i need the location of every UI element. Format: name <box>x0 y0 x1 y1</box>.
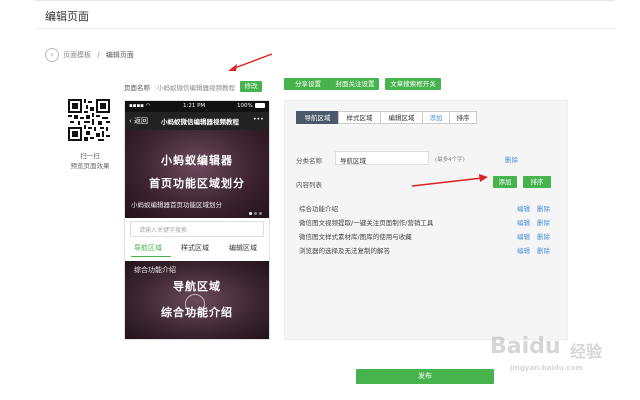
phone-back-button[interactable]: ‹ 返回 <box>129 116 148 126</box>
share-settings-button[interactable]: 分享设置 <box>284 78 332 90</box>
phone-search-input[interactable]: 请输入关键字搜索 <box>130 221 264 237</box>
category-delete-link[interactable]: 删除 <box>505 154 518 164</box>
list-item: 微信图文视频提取/一键关注页面制作/营销工具 编辑 删除 <box>299 215 559 229</box>
list-item-edit-link[interactable]: 编辑 <box>517 231 530 241</box>
pagination-dot-icon <box>249 212 252 215</box>
breadcrumb-current: 编辑页面 <box>105 51 134 59</box>
more-icon[interactable]: ••• <box>253 116 264 123</box>
list-item: 微信图文样式素材库/图库的使用与收藏 编辑 删除 <box>299 229 559 243</box>
phone-tabs: 导航区域 样式区域 编辑区域 <box>125 241 269 255</box>
add-content-button[interactable]: 添加 <box>493 176 517 188</box>
watermark-brand: Baidu <box>490 334 561 359</box>
list-item: 浏览器的选择及无法复制的解答 编辑 删除 <box>299 243 559 257</box>
banner-title-2: 首页功能区域划分 <box>149 177 245 190</box>
pagination-dot-icon <box>259 212 262 215</box>
watermark-cn: 经验 <box>570 342 603 361</box>
phone-tab-style[interactable]: 样式区域 <box>181 243 209 253</box>
category-name-input[interactable]: 导航区域 <box>335 151 429 165</box>
list-item: 综合功能介绍 编辑 删除 <box>299 201 559 215</box>
breadcrumb: 页面模板 / 编辑页面 <box>63 50 134 60</box>
qr-code-icon <box>68 99 110 141</box>
top-divider <box>35 0 615 1</box>
phone-nav-title: 小蚂蚁微信编辑器视频教程 <box>161 118 239 126</box>
list-item-edit-link[interactable]: 编辑 <box>517 203 530 213</box>
category-name-label: 分类名称 <box>296 157 322 165</box>
list-item-title: 综合功能介绍 <box>299 205 338 213</box>
list-item-delete-link[interactable]: 删除 <box>537 231 550 241</box>
phone-search-placeholder: 请输入关键字搜索 <box>139 227 188 234</box>
list-item-edit-link[interactable]: 编辑 <box>517 245 530 255</box>
battery-icon <box>255 103 265 108</box>
banner-pagination <box>247 209 262 217</box>
battery-level: 100% <box>237 103 253 109</box>
phone-nav-bar: ‹ 返回 小蚂蚁微信编辑器视频教程 ••• <box>125 112 269 130</box>
page-name-value: 小蚂蚁微信编辑器视频教程 <box>157 84 235 92</box>
phone-preview: ▪▪▪▪ ◠ 1:21 PM 100% ‹ 返回 小蚂蚁微信编辑器视频教程 ••… <box>124 100 270 340</box>
edit-page-name-button[interactable]: 修改 <box>240 81 262 92</box>
category-name-hint: (最多4个字) <box>435 157 465 163</box>
phone-status-bar: ▪▪▪▪ ◠ 1:21 PM 100% <box>125 101 269 112</box>
breadcrumb-separator: / <box>97 51 100 59</box>
pagination-dot-icon <box>254 212 257 215</box>
list-item-title: 微信图文样式素材库/图库的使用与收藏 <box>299 233 412 241</box>
list-item-delete-link[interactable]: 删除 <box>537 203 550 213</box>
phone-tab-edit[interactable]: 编辑区域 <box>229 243 257 253</box>
phone-tab-indicator <box>131 256 171 257</box>
article-search-switch-button[interactable]: 文章搜索框开关 <box>385 78 441 90</box>
qr-caption: 扫一扫 预览页面效果 <box>55 151 125 171</box>
breadcrumb-parent[interactable]: 页面模板 <box>63 51 91 59</box>
status-time: 1:21 PM <box>183 103 206 109</box>
edit-panel: 导航区域 样式区域 编辑区域 添加 排序 分类名称 导航区域 (最多4个字) 删… <box>284 100 568 340</box>
signal-icon: ▪▪▪▪ ◠ <box>129 103 151 109</box>
category-name-value: 导航区域 <box>340 157 366 165</box>
list-item-title: 浏览器的选择及无法复制的解答 <box>299 247 390 255</box>
tab-navigation-area[interactable]: 导航区域 <box>296 111 339 124</box>
watermark-url: jingyan.baidu.com <box>510 364 583 372</box>
page-name-label: 页面名称 <box>124 84 150 92</box>
phone-tab-navigation[interactable]: 导航区域 <box>134 243 162 253</box>
qr-caption-line1: 扫一扫 <box>80 152 100 160</box>
card-caption: 综合功能介绍 <box>134 266 176 274</box>
banner-caption: 小蚂蚁编辑器首页功能区域划分 <box>131 201 222 209</box>
cover-follow-settings-button[interactable]: 封面关注设置 <box>331 78 379 90</box>
card-title-2: 综合功能介绍 <box>161 306 233 319</box>
title-divider <box>35 28 615 29</box>
back-icon[interactable]: ‹ <box>45 48 59 62</box>
sort-content-button[interactable]: 排序 <box>523 176 551 188</box>
qr-caption-line2: 预览页面效果 <box>70 162 110 170</box>
tab-add[interactable]: 添加 <box>422 111 450 124</box>
list-item-delete-link[interactable]: 删除 <box>537 245 550 255</box>
list-item-title: 微信图文视频提取/一键关注页面制作/营销工具 <box>299 219 434 227</box>
tab-style-area[interactable]: 样式区域 <box>338 111 381 124</box>
page-title: 编辑页面 <box>45 10 89 23</box>
banner-title-1: 小蚂蚁编辑器 <box>161 154 233 167</box>
list-item-edit-link[interactable]: 编辑 <box>517 217 530 227</box>
card-title-1: 导航区域 <box>173 280 221 293</box>
tab-edit-area[interactable]: 编辑区域 <box>380 111 423 124</box>
list-item-delete-link[interactable]: 删除 <box>537 217 550 227</box>
publish-button[interactable]: 发布 <box>356 369 494 384</box>
annotation-arrow-icon <box>228 53 273 71</box>
watermark: Baidu 经验 jingyan.baidu.com <box>482 330 622 380</box>
tab-sort[interactable]: 排序 <box>449 111 477 124</box>
content-list-label: 内容列表 <box>296 181 322 189</box>
